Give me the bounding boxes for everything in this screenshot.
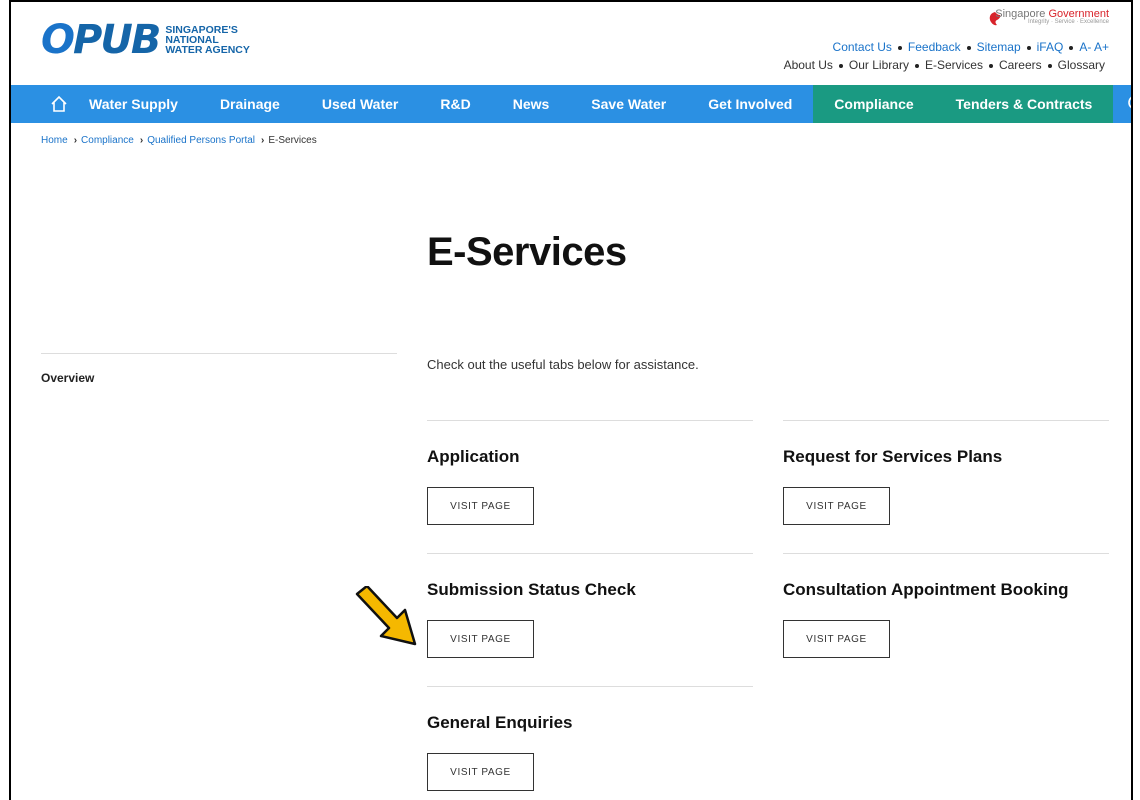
font-decrease-button[interactable]: A- xyxy=(1079,40,1091,54)
highlight-arrow-icon xyxy=(355,586,417,646)
pub-logo-text: SINGAPORE'S NATIONAL WATER AGENCY xyxy=(165,24,250,56)
pub-logo[interactable]: OPUB SINGAPORE'S NATIONAL WATER AGENCY xyxy=(41,20,250,60)
card-application: Application VISIT PAGE xyxy=(427,420,753,525)
font-increase-button[interactable]: A+ xyxy=(1094,40,1109,54)
breadcrumb-qp-portal[interactable]: Qualified Persons Portal xyxy=(147,135,255,146)
sidebar-divider xyxy=(41,353,397,354)
card-title: Request for Services Plans xyxy=(783,447,1003,466)
sitemap-link[interactable]: Sitemap xyxy=(977,40,1021,54)
search-button[interactable] xyxy=(1113,85,1131,123)
browser-page: OPUB SINGAPORE'S NATIONAL WATER AGENCY S… xyxy=(9,0,1133,800)
chevron-right-icon: › xyxy=(261,135,265,146)
home-icon xyxy=(51,95,67,112)
card-submission-status-check: Submission Status Check VISIT PAGE xyxy=(427,553,753,658)
visit-page-button[interactable]: VISIT PAGE xyxy=(783,487,890,525)
glossary-link[interactable]: Glossary xyxy=(1058,58,1105,72)
home-nav-button[interactable] xyxy=(11,85,68,123)
card-title: Submission Status Check xyxy=(427,580,636,599)
careers-link[interactable]: Careers xyxy=(999,58,1042,72)
card-consultation-booking: Consultation Appointment Booking VISIT P… xyxy=(783,553,1109,658)
breadcrumb: Home › Compliance › Qualified Persons Portal… xyxy=(41,135,317,146)
card-title: General Enquiries xyxy=(427,713,573,732)
nav-news[interactable]: News xyxy=(492,85,571,123)
ifaq-link[interactable]: iFAQ xyxy=(1037,40,1064,54)
singapore-government-badge[interactable]: Singapore Government Integrity · Service… xyxy=(995,8,1109,25)
visit-page-button[interactable]: VISIT PAGE xyxy=(427,487,534,525)
breadcrumb-current: E-Services xyxy=(268,135,317,146)
nav-water-supply[interactable]: Water Supply xyxy=(68,85,199,123)
utility-links: Contact Us Feedback Sitemap iFAQ A- A+ xyxy=(833,40,1109,54)
card-request-services-plans: Request for Services Plans VISIT PAGE xyxy=(783,420,1109,525)
card-general-enquiries: General Enquiries VISIT PAGE xyxy=(427,686,753,791)
nav-get-involved[interactable]: Get Involved xyxy=(687,85,813,123)
chevron-right-icon: › xyxy=(73,135,78,146)
e-services-link[interactable]: E-Services xyxy=(925,58,983,72)
search-icon xyxy=(1128,97,1131,108)
contact-us-link[interactable]: Contact Us xyxy=(833,40,892,54)
breadcrumb-home[interactable]: Home xyxy=(41,135,68,146)
nav-drainage[interactable]: Drainage xyxy=(199,85,301,123)
main-nav: Water Supply Drainage Used Water R&D New… xyxy=(11,85,1131,123)
page-title: E-Services xyxy=(427,230,627,274)
breadcrumb-compliance[interactable]: Compliance xyxy=(81,135,134,146)
chevron-right-icon: › xyxy=(139,135,144,146)
nav-used-water[interactable]: Used Water xyxy=(301,85,420,123)
nav-compliance[interactable]: Compliance xyxy=(813,85,935,123)
card-title: Consultation Appointment Booking xyxy=(783,580,1069,599)
nav-rnd[interactable]: R&D xyxy=(419,85,491,123)
nav-tenders-contracts[interactable]: Tenders & Contracts xyxy=(934,85,1114,123)
visit-page-button[interactable]: VISIT PAGE xyxy=(427,753,534,791)
secondary-links: About Us Our Library E-Services Careers Glos… xyxy=(784,58,1105,72)
visit-page-button[interactable]: VISIT PAGE xyxy=(427,620,534,658)
intro-text: Check out the useful tabs below for assi… xyxy=(427,357,699,372)
pub-logo-mark: OPUB xyxy=(41,17,161,63)
our-library-link[interactable]: Our Library xyxy=(849,58,909,72)
about-us-link[interactable]: About Us xyxy=(784,58,833,72)
card-title: Application xyxy=(427,447,520,466)
feedback-link[interactable]: Feedback xyxy=(908,40,961,54)
sidebar-item-overview[interactable]: Overview xyxy=(41,371,94,385)
visit-page-button[interactable]: VISIT PAGE xyxy=(783,620,890,658)
nav-save-water[interactable]: Save Water xyxy=(570,85,687,123)
